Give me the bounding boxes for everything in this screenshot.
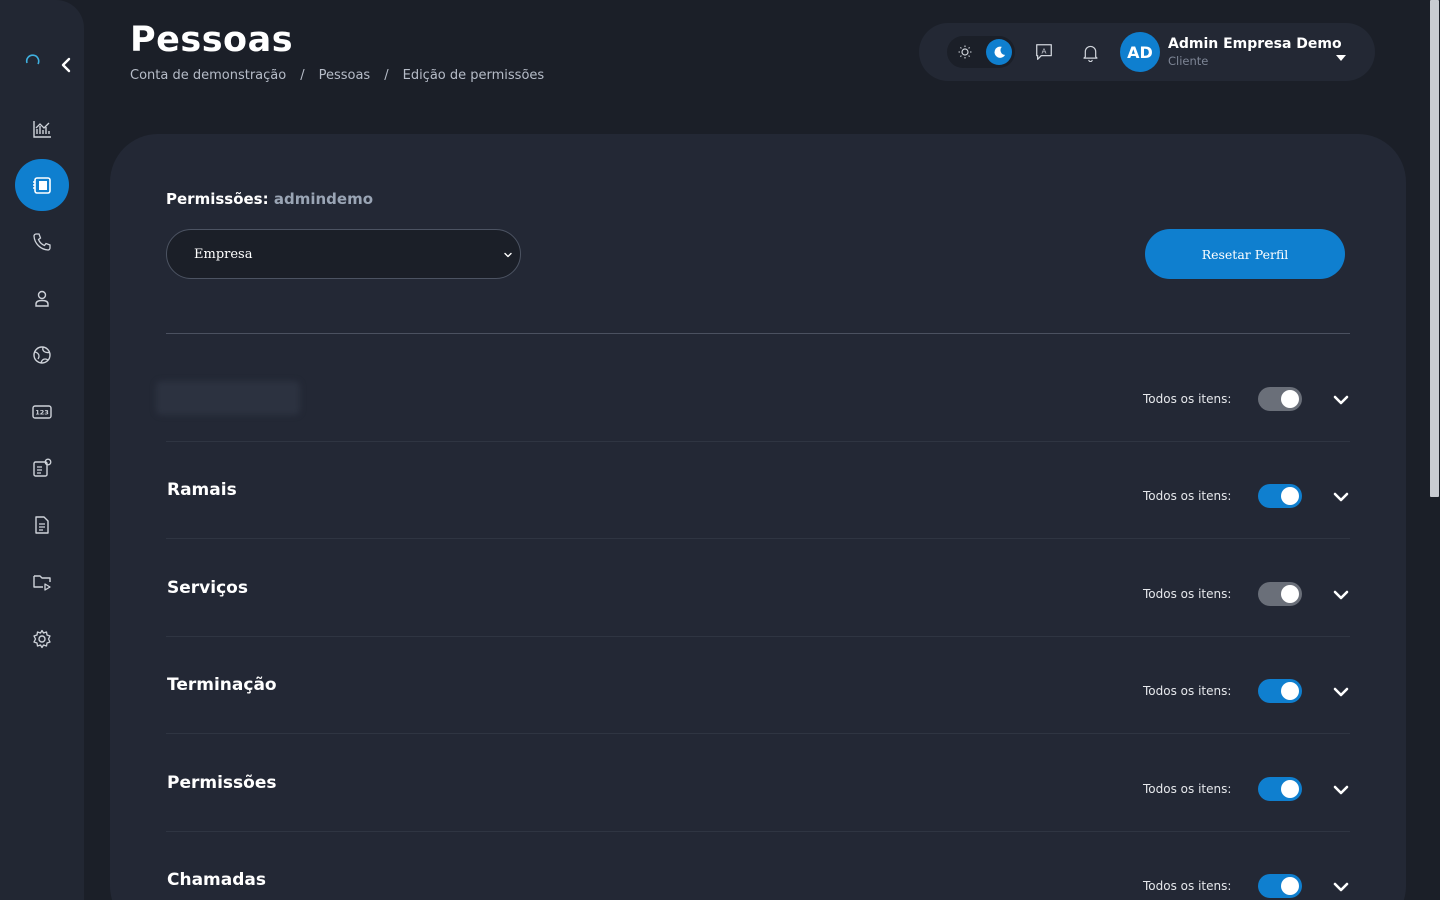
profile-select-value: Empresa xyxy=(194,246,253,262)
breadcrumb-item-account[interactable]: Conta de demonstração xyxy=(130,68,286,83)
breadcrumb-separator: / xyxy=(300,68,305,83)
toggle-knob xyxy=(1281,584,1299,603)
sidebar-item-dashboard[interactable] xyxy=(15,103,69,155)
row-title: Serviços xyxy=(167,577,248,598)
permissions-card: Permissões: admindemo Empresa Resetar Pe… xyxy=(110,134,1406,900)
page-title: Pessoas xyxy=(130,20,294,60)
svg-text:A: A xyxy=(1042,46,1047,55)
svg-text:123: 123 xyxy=(35,409,49,417)
scrollbar-thumb[interactable] xyxy=(1430,0,1439,497)
toggle-knob xyxy=(1281,487,1299,506)
sidebar: 123 xyxy=(0,0,84,900)
expand-chevron-icon[interactable] xyxy=(1332,587,1350,601)
sidebar-item-numbers[interactable]: 123 xyxy=(15,386,69,438)
row-title: Terminação xyxy=(167,675,277,696)
breadcrumb-separator: / xyxy=(384,68,389,83)
all-items-toggle[interactable] xyxy=(1258,581,1302,606)
permissions-title: Permissões: xyxy=(166,190,269,208)
all-items-label: Todos os itens: xyxy=(1143,781,1232,796)
collapse-sidebar-icon[interactable] xyxy=(58,55,74,75)
expand-chevron-icon[interactable] xyxy=(1332,782,1350,796)
permission-row: Terminação Todos os itens: xyxy=(166,637,1350,735)
all-items-label: Todos os itens: xyxy=(1143,684,1232,699)
row-title: Ramais xyxy=(167,480,237,501)
all-items-label: Todos os itens: xyxy=(1143,489,1232,504)
permission-row: Ramais Todos os itens: xyxy=(166,442,1350,540)
toggle-knob xyxy=(1281,877,1299,895)
all-items-label: Todos os itens: xyxy=(1143,879,1232,893)
sun-icon[interactable] xyxy=(953,40,977,64)
sidebar-item-settings[interactable] xyxy=(15,613,69,665)
avatar[interactable]: AD xyxy=(1120,32,1160,72)
divider xyxy=(166,333,1350,334)
chevron-down-icon xyxy=(502,249,514,261)
folder-play-icon xyxy=(33,575,51,591)
topbar: A AD Admin Empresa Demo Cliente xyxy=(919,23,1375,81)
permission-row: Chamadas Todos os itens: xyxy=(166,832,1350,900)
sidebar-item-card-settings[interactable] xyxy=(15,442,69,494)
document-icon xyxy=(35,516,49,534)
row-title: Permissões xyxy=(167,772,277,793)
sidebar-item-documents[interactable] xyxy=(15,499,69,551)
sidebar-item-phone[interactable] xyxy=(15,216,69,268)
expand-chevron-icon[interactable] xyxy=(1332,879,1350,893)
user-name[interactable]: Admin Empresa Demo xyxy=(1168,36,1342,52)
toggle-knob xyxy=(1281,390,1299,408)
breadcrumb-item-current: Edição de permissões xyxy=(402,68,545,83)
all-items-label: Todos os itens: xyxy=(1143,392,1232,406)
moon-icon[interactable] xyxy=(986,39,1012,65)
caret-down-icon[interactable] xyxy=(1335,48,1347,61)
expand-chevron-icon[interactable] xyxy=(1332,392,1350,406)
bell-icon[interactable] xyxy=(1078,40,1102,64)
gear-icon xyxy=(33,629,51,649)
all-items-label: Todos os itens: xyxy=(1143,586,1232,601)
user-icon xyxy=(35,290,49,307)
row-title: Chamadas xyxy=(167,870,266,890)
permissions-label: Permissões: admindemo xyxy=(166,190,373,208)
toggle-knob xyxy=(1281,682,1299,701)
reset-profile-button[interactable]: Resetar Perfil xyxy=(1145,229,1345,279)
permission-row: Todos os itens: xyxy=(156,345,1350,442)
all-items-toggle[interactable] xyxy=(1258,484,1302,509)
sidebar-item-recordings[interactable] xyxy=(15,555,69,607)
all-items-toggle[interactable] xyxy=(1258,387,1302,411)
toggle-knob xyxy=(1281,779,1299,798)
all-items-toggle[interactable] xyxy=(1258,776,1302,801)
breadcrumb: Conta de demonstração / Pessoas / Edição… xyxy=(130,68,544,83)
row-title-redacted xyxy=(156,381,300,415)
sidebar-item-people[interactable] xyxy=(15,159,69,211)
chart-icon xyxy=(33,121,51,138)
sidebar-item-network[interactable] xyxy=(15,329,69,381)
card-settings-icon xyxy=(33,458,52,477)
user-role: Cliente xyxy=(1168,54,1209,68)
all-items-toggle[interactable] xyxy=(1258,874,1302,898)
breadcrumb-item-people[interactable]: Pessoas xyxy=(319,68,371,83)
chat-icon[interactable]: A xyxy=(1032,40,1056,64)
sidebar-item-users[interactable] xyxy=(15,272,69,324)
contact-card-icon xyxy=(33,177,51,194)
scrollbar[interactable] xyxy=(1429,0,1440,900)
numbers-123-icon: 123 xyxy=(32,405,52,419)
profile-select[interactable]: Empresa xyxy=(166,229,521,279)
permission-row: Serviços Todos os itens: xyxy=(166,540,1350,637)
expand-chevron-icon[interactable] xyxy=(1332,684,1350,698)
permission-row: Permissões Todos os itens: xyxy=(166,735,1350,832)
phone-icon xyxy=(33,233,51,251)
globe-icon xyxy=(33,346,51,364)
all-items-toggle[interactable] xyxy=(1258,679,1302,704)
logo-icon xyxy=(24,52,42,70)
expand-chevron-icon[interactable] xyxy=(1332,489,1350,503)
theme-toggle[interactable] xyxy=(947,36,1015,68)
permissions-username: admindemo xyxy=(273,190,373,208)
